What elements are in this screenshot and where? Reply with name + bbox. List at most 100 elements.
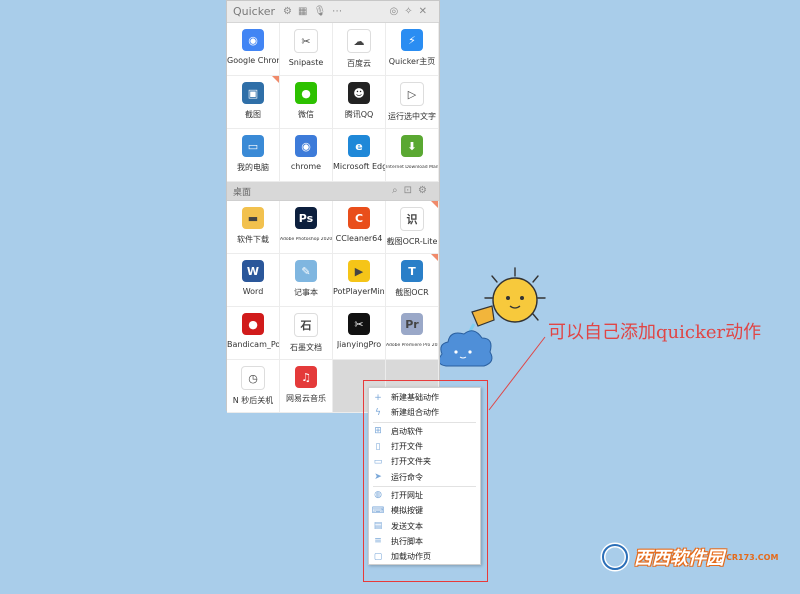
- ccleaner-icon: C: [348, 207, 370, 229]
- quicker-panel: Quicker ⚙ ▦ 🎙 ⋯ ◎ ✧ ✕ ◉ Google Chrome ✂ Sni…: [226, 0, 440, 413]
- action-label: Google Chrome: [227, 56, 279, 65]
- action-tile[interactable]: 石石墨文档: [280, 307, 333, 360]
- folder-open-icon: ▭: [373, 456, 383, 467]
- chrome-icon: ◉: [295, 135, 317, 157]
- action-tile[interactable]: ◉ chrome: [280, 129, 333, 182]
- edge-icon: e: [348, 135, 370, 157]
- clock-icon: ◷: [241, 366, 265, 390]
- action-tile[interactable]: ✂ JianyingPro: [333, 307, 386, 360]
- action-tile[interactable]: T 截图OCR: [386, 254, 439, 307]
- keyboard-icon: ⌨: [371, 505, 385, 516]
- folder-icon: ▬: [242, 207, 264, 229]
- action-label: 运行选中文字: [388, 112, 436, 121]
- message-icon: ▤: [373, 521, 383, 532]
- windows-icon: ⊞: [374, 426, 382, 437]
- action-label: CCleaner64: [335, 234, 383, 243]
- action-tile[interactable]: ● 微信: [280, 76, 333, 129]
- menu-item[interactable]: ▢ 加载动作页: [369, 549, 480, 564]
- action-tile[interactable]: ⬇ Internet Download Manager: [386, 129, 439, 182]
- desktop-action-grid: ▬ 软件下载 Ps Adobe Photoshop 2020 C CCleaner64 识截…: [227, 201, 439, 413]
- action-label: Adobe Photoshop 2020: [280, 237, 332, 242]
- globe-icon: ◍: [374, 490, 382, 501]
- menu-item[interactable]: ⌨ 模拟按键: [369, 503, 480, 518]
- action-tile[interactable]: ◉ Google Chrome: [227, 23, 280, 76]
- lock-icon[interactable]: ⊡: [404, 186, 412, 196]
- plus-icon: +: [374, 392, 382, 403]
- user-icon[interactable]: ◎: [389, 6, 398, 17]
- file-icon: ▯: [375, 441, 381, 452]
- action-label: 腾讯QQ: [344, 110, 374, 119]
- action-tile[interactable]: e Microsoft Edge: [333, 129, 386, 182]
- action-label: 微信: [298, 110, 314, 119]
- action-tile[interactable]: ▷ 运行选中文字: [386, 76, 439, 129]
- action-tile[interactable]: ☻ 腾讯QQ: [333, 76, 386, 129]
- action-label: PotPlayerMini64: [333, 287, 385, 296]
- section-title: 桌面: [233, 187, 252, 198]
- qrcode-icon[interactable]: ▦: [298, 6, 307, 17]
- baidu-cloud-icon: ☁: [347, 29, 371, 53]
- action-tile[interactable]: ▣ 截图: [227, 76, 280, 129]
- menu-item[interactable]: ◍ 打开网址: [369, 488, 480, 503]
- action-label: 记事本: [294, 288, 318, 297]
- action-label: Internet Download Manager: [386, 165, 438, 170]
- action-tile[interactable]: ✂ Snipaste: [280, 23, 333, 76]
- menu-item-label: 新建组合动作: [391, 408, 439, 418]
- ocr-icon: T: [401, 260, 423, 282]
- menu-item[interactable]: ▯ 打开文件: [369, 439, 480, 454]
- script-icon: ≡: [374, 536, 382, 547]
- action-tile[interactable]: ● Bandicam_Portable: [227, 307, 280, 360]
- menu-item[interactable]: ➤ 运行命令: [369, 469, 480, 484]
- menu-item-label: 执行脚本: [391, 536, 423, 546]
- settings-icon[interactable]: ⚙: [283, 6, 292, 17]
- more-icon[interactable]: ⋯: [332, 6, 342, 17]
- action-tile[interactable]: ⚡ Quicker主页: [386, 23, 439, 76]
- wechat-icon: ●: [295, 82, 317, 104]
- computer-icon: ▭: [242, 135, 264, 157]
- menu-item[interactable]: ▭ 打开文件夹: [369, 454, 480, 469]
- photoshop-icon: Ps: [295, 207, 317, 229]
- page-icon: ▢: [373, 551, 383, 562]
- action-tile[interactable]: Pr Adobe Premiere Pro 2020: [386, 307, 439, 360]
- action-tile[interactable]: W Word: [227, 254, 280, 307]
- action-tile[interactable]: 识截图OCR-Lite: [386, 201, 439, 254]
- action-label: Quicker主页: [388, 57, 436, 66]
- search-icon[interactable]: ⌕: [392, 186, 398, 196]
- action-tile[interactable]: ✎ 记事本: [280, 254, 333, 307]
- close-icon[interactable]: ✕: [419, 6, 427, 17]
- ocr-lite-icon: 识: [400, 207, 424, 231]
- action-tile[interactable]: ▭ 我的电脑: [227, 129, 280, 182]
- screenshot-icon: ▣: [242, 82, 264, 104]
- action-label: Adobe Premiere Pro 2020: [386, 343, 438, 348]
- jianying-icon: ✂: [348, 313, 370, 335]
- action-tile[interactable]: ▬ 软件下载: [227, 201, 280, 254]
- app-title: Quicker: [233, 5, 276, 18]
- action-label: 我的电脑: [237, 163, 269, 172]
- action-tile[interactable]: ◷ N 秒后关机: [227, 360, 280, 413]
- menu-item[interactable]: ≡ 执行脚本: [369, 534, 480, 549]
- lightning-icon: ϟ: [375, 407, 381, 418]
- menu-item[interactable]: ϟ 新建组合动作: [369, 405, 480, 420]
- action-label: chrome: [290, 162, 322, 171]
- action-label: Microsoft Edge: [333, 162, 385, 171]
- menu-item[interactable]: ⊞ 启动软件: [369, 424, 480, 439]
- action-tile[interactable]: ☁ 百度云: [333, 23, 386, 76]
- action-tile[interactable]: ♫ 网易云音乐: [280, 360, 333, 413]
- action-tile[interactable]: Ps Adobe Photoshop 2020: [280, 201, 333, 254]
- microphone-icon[interactable]: 🎙: [313, 6, 326, 17]
- menu-item[interactable]: + 新建基础动作: [369, 390, 480, 405]
- action-label: 网易云音乐: [286, 394, 326, 403]
- grid-settings-icon[interactable]: ⚙: [418, 186, 427, 196]
- pin-icon[interactable]: ✧: [404, 6, 412, 17]
- action-tile[interactable]: ▶ PotPlayerMini64: [333, 254, 386, 307]
- watermark-logo-icon: [600, 542, 630, 572]
- action-label: 石墨文档: [290, 343, 322, 352]
- notepad-icon: ✎: [295, 260, 317, 282]
- watermark-domain: CR173.COM: [726, 552, 779, 562]
- menu-item[interactable]: ▤ 发送文本: [369, 518, 480, 533]
- action-label: N 秒后关机: [232, 396, 274, 405]
- titlebar: Quicker ⚙ ▦ 🎙 ⋯ ◎ ✧ ✕: [227, 1, 439, 23]
- premiere-icon: Pr: [401, 313, 423, 335]
- sun-cloud-illustration: [438, 267, 546, 367]
- action-tile[interactable]: C CCleaner64: [333, 201, 386, 254]
- idm-icon: ⬇: [401, 135, 423, 157]
